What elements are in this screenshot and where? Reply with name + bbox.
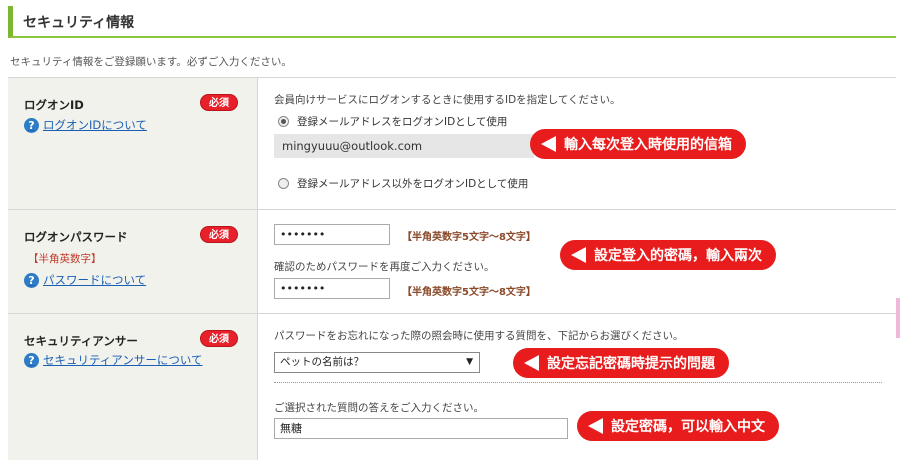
security-question-select[interactable]: ペットの名前は？ ▼ (274, 352, 480, 373)
password-confirm-instruction: 確認のためパスワードを再度ご入力ください。 (274, 261, 495, 273)
arrow-left-icon (571, 247, 586, 263)
security-answer-instruction: ご選択された質問の答えをご入力ください。 (274, 402, 484, 414)
logon-email-display: mingyuuu@outlook.com (274, 134, 534, 158)
logon-id-help-link[interactable]: ? ログオンIDについて (24, 117, 147, 133)
password-hint: 【半角英数字5文字～8文字】 (402, 232, 536, 243)
section-header: セキュリティ情報 (8, 6, 896, 38)
help-icon: ? (24, 117, 39, 133)
radio-checked-icon (278, 116, 289, 127)
password-confirm-hint: 【半角英数字5文字～8文字】 (402, 287, 536, 298)
logon-id-row: ログオンID 必須 ? ログオンIDについて 会員向けサービスにログオンするとき… (8, 78, 896, 210)
callout-security-answer: 設定密碼，可以輸入中文 (577, 411, 779, 441)
help-icon: ? (24, 272, 39, 288)
security-answer-label: セキュリティアンサー (24, 334, 138, 348)
arrow-left-icon (541, 136, 556, 152)
password-label: ログオンパスワード (24, 230, 128, 244)
dropdown-arrow-icon: ▼ (466, 357, 473, 367)
callout-password: 設定登入的密碼，輸入兩次 (560, 240, 776, 270)
radio-unchecked-icon (278, 178, 289, 189)
callout-security-question: 設定忘記密碼時提示的問題 (513, 348, 729, 378)
callout-logon-id: 輸入每次登入時使用的信箱 (530, 129, 746, 159)
security-answer-input[interactable]: 無糖 (274, 418, 568, 439)
help-icon: ? (24, 352, 39, 368)
security-answer-help-link[interactable]: ? セキュリティアンサーについて (24, 352, 203, 368)
logon-id-label: ログオンID (24, 98, 84, 112)
required-badge: 必須 (200, 330, 238, 347)
password-help-link[interactable]: ? パスワードについて (24, 272, 146, 288)
arrow-left-icon (524, 355, 539, 371)
radio-use-email[interactable]: 登録メールアドレスをログオンIDとして使用 (278, 114, 507, 129)
security-question-instruction: パスワードをお忘れになった際の照会時に使用する質問を、下記からお選びください。 (274, 330, 684, 342)
required-badge: 必須 (200, 226, 238, 243)
required-badge: 必須 (200, 94, 238, 111)
divider (274, 382, 882, 383)
radio-use-other[interactable]: 登録メールアドレス以外をログオンIDとして使用 (278, 176, 528, 191)
password-input[interactable]: ••••••• (274, 224, 390, 245)
section-title: セキュリティ情報 (23, 15, 135, 31)
password-sub-label: 【半角英数字】 (28, 253, 102, 265)
arrow-left-icon (588, 418, 603, 434)
password-confirm-input[interactable]: ••••••• (274, 278, 390, 299)
intro-text: セキュリティ情報をご登録願います。必ずご入力ください。 (10, 56, 292, 68)
side-tab (896, 298, 900, 338)
logon-id-instruction: 会員向けサービスにログオンするときに使用するIDを指定してください。 (274, 94, 621, 106)
